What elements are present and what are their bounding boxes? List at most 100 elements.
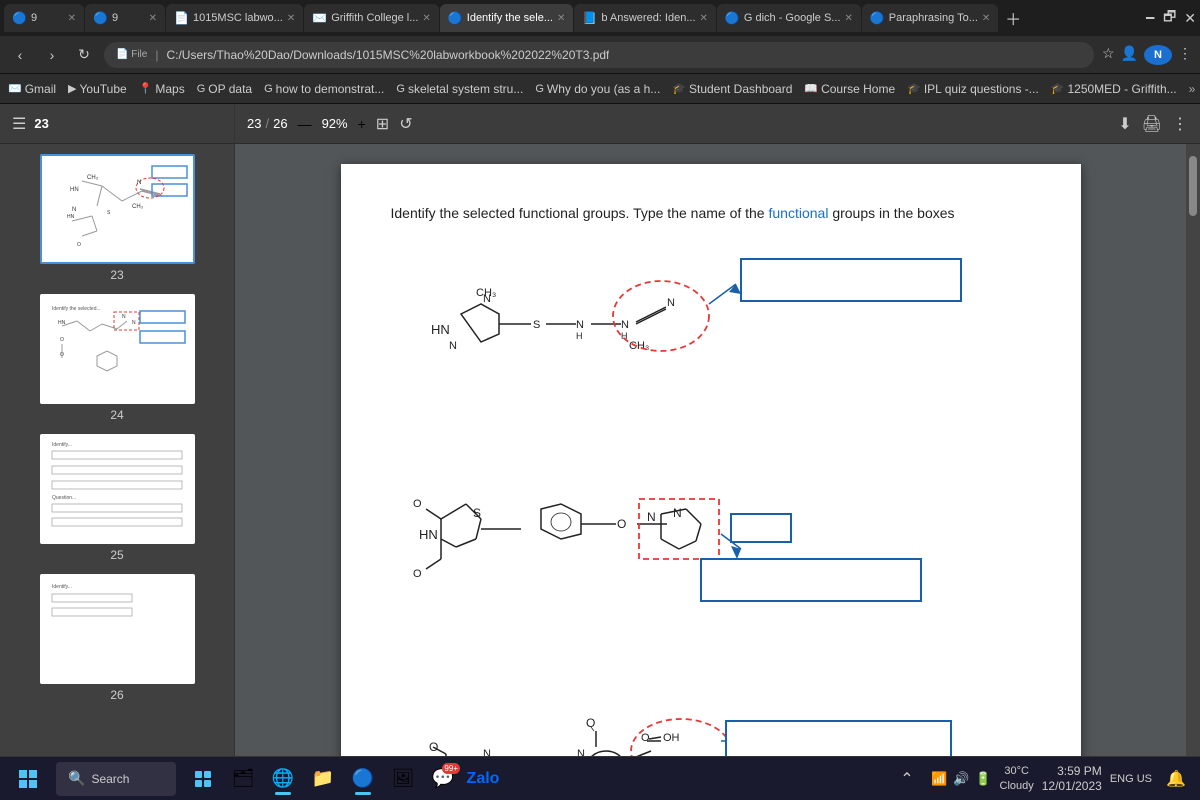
more-bookmarks-icon[interactable]: »	[1189, 82, 1196, 96]
notification-button[interactable]: ⌃	[891, 763, 923, 795]
extension-menu-icon[interactable]: ⋮	[1178, 45, 1192, 65]
bookmarks-bar: ✉️ Gmail ▶ YouTube 📍 Maps G OP data G ho…	[0, 74, 1200, 104]
tab-2-close[interactable]: ✕	[149, 13, 157, 24]
minimize-icon[interactable]: 🗕	[1145, 6, 1155, 30]
taskbar-app-photos[interactable]: 🖼	[384, 761, 422, 797]
back-button[interactable]: ‹	[8, 47, 32, 63]
thumbnail-page-26[interactable]: Identify... 26	[10, 574, 224, 702]
tab-2[interactable]: 🔵 9 ✕	[85, 4, 165, 32]
close-window-icon[interactable]: ✕	[1184, 10, 1196, 27]
bookmark-1250med[interactable]: 🎓 1250MED - Griffith...	[1051, 82, 1177, 96]
tab-4-favicon: ✉️	[312, 11, 327, 25]
thumbnail-page-24[interactable]: Identify the selected... N N	[10, 294, 224, 422]
tab-7[interactable]: 🔵 G dich - Google S... ✕	[717, 4, 861, 32]
pdf-thumbnails[interactable]: N CH₃ CH₃ HN N S HN O 2	[0, 144, 234, 756]
taskbar-app-chrome[interactable]: 🔵	[344, 761, 382, 797]
maximize-icon[interactable]: 🗗	[1163, 6, 1176, 30]
notification-center-button[interactable]: 🔔	[1160, 763, 1192, 795]
scrollbar-thumb[interactable]	[1189, 156, 1197, 216]
taskbar-app-edge[interactable]: 🌐	[264, 761, 302, 797]
svg-text:CH₃: CH₃	[132, 204, 144, 210]
tab-3[interactable]: 📄 1015MSC labwo... ✕	[166, 4, 303, 32]
volume-icon[interactable]: 🔊	[953, 771, 969, 787]
tab-4[interactable]: ✉️ Griffith College l... ✕	[304, 4, 439, 32]
svg-text:N: N	[137, 180, 141, 186]
bookmark-demonstrate[interactable]: G how to demonstrat...	[264, 82, 384, 96]
molecule-svg-2: HN O O	[391, 459, 1031, 619]
bookmark-course[interactable]: 📖 Course Home	[804, 82, 895, 96]
address-input[interactable]: 📄 File | C:/Users/Thao%20Dao/Downloads/1…	[104, 42, 1094, 68]
bookmark-ipl[interactable]: 🎓 IPL quiz questions -...	[907, 82, 1039, 96]
start-button[interactable]	[8, 761, 48, 797]
taskbar-app-explorer[interactable]	[184, 761, 222, 797]
bookmark-student[interactable]: 🎓 Student Dashboard	[672, 82, 792, 96]
tab-7-close[interactable]: ✕	[844, 13, 852, 24]
svg-text:S: S	[533, 319, 540, 331]
tab-8[interactable]: 🔵 Paraphrasing To... ✕	[862, 4, 998, 32]
user-avatar[interactable]: N	[1144, 45, 1172, 65]
network-icon[interactable]: 📶	[931, 771, 947, 787]
new-tab-button[interactable]: ＋	[999, 6, 1027, 30]
taskbar: 🔍 Search 🗂 🌐 📁 🔵 🖼 💬	[0, 756, 1200, 800]
battery-icon[interactable]: 🔋	[975, 771, 991, 787]
tab-bar: 🔵 9 ✕ 🔵 9 ✕ 📄 1015MSC labwo... ✕ ✉️ Grif…	[0, 0, 1200, 36]
clock-time: 3:59 PM	[1057, 764, 1102, 778]
bookmark-skeletal[interactable]: G skeletal system stru...	[396, 82, 523, 96]
zoom-in-button[interactable]: +	[358, 116, 366, 132]
tab-1-close[interactable]: ✕	[68, 13, 76, 24]
download-icon[interactable]: ⬇	[1118, 114, 1131, 134]
bookmark-demonstrate-label: how to demonstrat...	[276, 82, 385, 96]
molecule-section-1: HN N N CH₃ S	[391, 254, 1031, 409]
sidebar-toggle-icon[interactable]: ☰	[12, 114, 26, 134]
taskbar-search[interactable]: 🔍 Search	[56, 762, 176, 796]
taskbar-app-zalo[interactable]: Zalo	[464, 761, 502, 797]
bookmark-why[interactable]: G Why do you (as a h...	[535, 82, 660, 96]
svg-text:HN: HN	[70, 187, 79, 193]
tab-5[interactable]: 🔵 Identify the sele... ✕	[440, 4, 574, 32]
bookmark-opdata[interactable]: G OP data	[197, 82, 252, 96]
thumb-img-23: N CH₃ CH₃ HN N S HN O	[40, 154, 195, 264]
fit-page-icon[interactable]: ⊞	[376, 114, 389, 134]
more-options-icon[interactable]: ⋮	[1172, 114, 1188, 134]
language-label: ENG US	[1110, 773, 1152, 785]
bookmark-maps[interactable]: 📍 Maps	[139, 82, 185, 96]
taskbar-app-files[interactable]: 📁	[304, 761, 342, 797]
pdf-controls: 23 / 26 — 92% + ⊞ ↺	[247, 114, 413, 134]
zoom-out-button[interactable]: —	[298, 116, 312, 132]
rotate-icon[interactable]: ↺	[399, 114, 412, 134]
tab-6-close[interactable]: ✕	[700, 13, 708, 24]
bookmark-maps-label: Maps	[155, 82, 184, 96]
profile-icon[interactable]: 👤	[1121, 45, 1138, 65]
tab-8-close[interactable]: ✕	[982, 13, 990, 24]
tab-6[interactable]: 📘 b Answered: Iden... ✕	[574, 4, 716, 32]
pdf-toolbar-left: ☰ 23	[12, 114, 49, 134]
taskbar-app-widgets[interactable]: 🗂	[224, 761, 262, 797]
bookmark-gmail[interactable]: ✉️ Gmail	[8, 82, 56, 96]
skeletal-icon: G	[396, 83, 405, 95]
page-instruction: Identify the selected functional groups.…	[391, 204, 1031, 224]
thumbnail-page-23[interactable]: N CH₃ CH₃ HN N S HN O 2	[10, 154, 224, 282]
tab-1[interactable]: 🔵 9 ✕	[4, 4, 84, 32]
bookmark-youtube[interactable]: ▶ YouTube	[68, 82, 127, 96]
svg-text:CH₃: CH₃	[87, 175, 99, 181]
why-icon: G	[535, 83, 544, 95]
svg-text:S: S	[107, 210, 111, 216]
svg-text:OH: OH	[663, 732, 680, 744]
reload-button[interactable]: ↻	[72, 46, 96, 63]
pdf-page-toolbar: 23 / 26 — 92% + ⊞ ↺ ⬇ 🖨 ⋮	[235, 104, 1200, 144]
pdf-content[interactable]: Identify the selected functional groups.…	[235, 144, 1186, 756]
tab-3-close[interactable]: ✕	[287, 13, 295, 24]
bookmark-star-icon[interactable]: ☆	[1102, 45, 1115, 65]
chrome-icon: 🔵	[352, 768, 374, 789]
tab-4-title: Griffith College l...	[331, 12, 418, 24]
thumbnail-page-25[interactable]: Identify... Question... 25	[10, 434, 224, 562]
taskbar-app-msg[interactable]: 💬 99+	[424, 761, 462, 797]
tab-5-close[interactable]: ✕	[557, 13, 565, 24]
tab-4-close[interactable]: ✕	[422, 13, 430, 24]
pdf-content-wrapper: Identify the selected functional groups.…	[235, 144, 1200, 756]
svg-text:HN: HN	[419, 527, 438, 542]
pdf-scrollbar[interactable]	[1186, 144, 1200, 756]
print-icon[interactable]: 🖨	[1142, 114, 1162, 134]
forward-button[interactable]: ›	[40, 47, 64, 63]
bookmark-student-label: Student Dashboard	[689, 82, 792, 96]
